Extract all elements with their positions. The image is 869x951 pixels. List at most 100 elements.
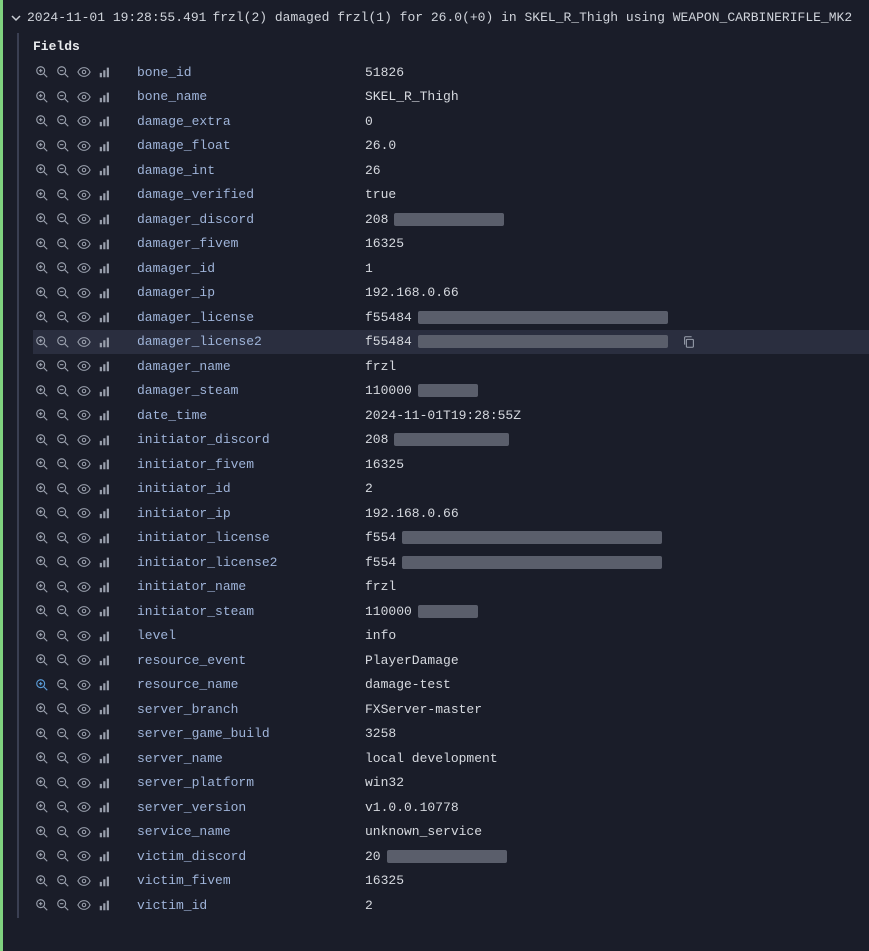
zoom-in-icon[interactable] (35, 65, 49, 79)
zoom-in-icon[interactable] (35, 90, 49, 104)
bar-chart-icon[interactable] (98, 898, 112, 912)
bar-chart-icon[interactable] (98, 825, 112, 839)
zoom-in-icon[interactable] (35, 408, 49, 422)
field-row[interactable]: initiator_id2 (33, 477, 869, 502)
field-row[interactable]: initiator_namefrzl (33, 575, 869, 600)
bar-chart-icon[interactable] (98, 580, 112, 594)
field-row[interactable]: initiator_license2f554 (33, 550, 869, 575)
field-row[interactable]: victim_fivem16325 (33, 869, 869, 894)
bar-chart-icon[interactable] (98, 237, 112, 251)
zoom-in-icon[interactable] (35, 433, 49, 447)
zoom-out-icon[interactable] (56, 874, 70, 888)
zoom-in-icon[interactable] (35, 580, 49, 594)
zoom-in-icon[interactable] (35, 212, 49, 226)
zoom-out-icon[interactable] (56, 629, 70, 643)
eye-icon[interactable] (77, 849, 91, 863)
eye-icon[interactable] (77, 727, 91, 741)
field-row[interactable]: bone_nameSKEL_R_Thigh (33, 85, 869, 110)
eye-icon[interactable] (77, 433, 91, 447)
zoom-out-icon[interactable] (56, 310, 70, 324)
zoom-in-icon[interactable] (35, 531, 49, 545)
field-row[interactable]: damage_int26 (33, 158, 869, 183)
zoom-out-icon[interactable] (56, 65, 70, 79)
field-row[interactable]: server_namelocal development (33, 746, 869, 771)
eye-icon[interactable] (77, 482, 91, 496)
zoom-out-icon[interactable] (56, 359, 70, 373)
bar-chart-icon[interactable] (98, 506, 112, 520)
zoom-out-icon[interactable] (56, 163, 70, 177)
zoom-in-icon[interactable] (35, 874, 49, 888)
eye-icon[interactable] (77, 163, 91, 177)
field-row[interactable]: damager_steam110000 (33, 379, 869, 404)
field-row[interactable]: damager_namefrzl (33, 354, 869, 379)
eye-icon[interactable] (77, 751, 91, 765)
field-row[interactable]: victim_discord20 (33, 844, 869, 869)
log-summary-line[interactable]: 2024-11-01 19:28:55.491 frzl(2) damaged … (3, 10, 869, 33)
zoom-out-icon[interactable] (56, 482, 70, 496)
zoom-in-icon[interactable] (35, 310, 49, 324)
field-row[interactable]: server_branchFXServer-master (33, 697, 869, 722)
zoom-out-icon[interactable] (56, 188, 70, 202)
bar-chart-icon[interactable] (98, 776, 112, 790)
zoom-in-icon[interactable] (35, 286, 49, 300)
field-row[interactable]: damager_license2f55484 (33, 330, 869, 355)
zoom-out-icon[interactable] (56, 408, 70, 422)
field-row[interactable]: initiator_steam110000 (33, 599, 869, 624)
bar-chart-icon[interactable] (98, 874, 112, 888)
eye-icon[interactable] (77, 653, 91, 667)
field-row[interactable]: victim_id2 (33, 893, 869, 918)
bar-chart-icon[interactable] (98, 359, 112, 373)
bar-chart-icon[interactable] (98, 408, 112, 422)
field-row[interactable]: initiator_fivem16325 (33, 452, 869, 477)
eye-icon[interactable] (77, 212, 91, 226)
eye-icon[interactable] (77, 580, 91, 594)
zoom-in-icon[interactable] (35, 727, 49, 741)
bar-chart-icon[interactable] (98, 163, 112, 177)
field-row[interactable]: resource_namedamage-test (33, 673, 869, 698)
zoom-out-icon[interactable] (56, 678, 70, 692)
zoom-out-icon[interactable] (56, 139, 70, 153)
field-row[interactable]: service_nameunknown_service (33, 820, 869, 845)
bar-chart-icon[interactable] (98, 727, 112, 741)
zoom-out-icon[interactable] (56, 580, 70, 594)
zoom-in-icon[interactable] (35, 555, 49, 569)
zoom-in-icon[interactable] (35, 335, 49, 349)
zoom-out-icon[interactable] (56, 825, 70, 839)
field-row[interactable]: resource_eventPlayerDamage (33, 648, 869, 673)
bar-chart-icon[interactable] (98, 90, 112, 104)
eye-icon[interactable] (77, 678, 91, 692)
bar-chart-icon[interactable] (98, 261, 112, 275)
bar-chart-icon[interactable] (98, 457, 112, 471)
zoom-out-icon[interactable] (56, 800, 70, 814)
eye-icon[interactable] (77, 139, 91, 153)
zoom-in-icon[interactable] (35, 261, 49, 275)
bar-chart-icon[interactable] (98, 482, 112, 496)
field-row[interactable]: server_platformwin32 (33, 771, 869, 796)
bar-chart-icon[interactable] (98, 653, 112, 667)
eye-icon[interactable] (77, 898, 91, 912)
field-row[interactable]: server_versionv1.0.0.10778 (33, 795, 869, 820)
bar-chart-icon[interactable] (98, 65, 112, 79)
zoom-out-icon[interactable] (56, 531, 70, 545)
eye-icon[interactable] (77, 310, 91, 324)
bar-chart-icon[interactable] (98, 114, 112, 128)
zoom-out-icon[interactable] (56, 604, 70, 618)
eye-icon[interactable] (77, 629, 91, 643)
zoom-in-icon[interactable] (35, 482, 49, 496)
eye-icon[interactable] (77, 90, 91, 104)
eye-icon[interactable] (77, 188, 91, 202)
bar-chart-icon[interactable] (98, 139, 112, 153)
zoom-in-icon[interactable] (35, 653, 49, 667)
eye-icon[interactable] (77, 825, 91, 839)
zoom-in-icon[interactable] (35, 384, 49, 398)
zoom-in-icon[interactable] (35, 457, 49, 471)
bar-chart-icon[interactable] (98, 555, 112, 569)
zoom-in-icon[interactable] (35, 800, 49, 814)
eye-icon[interactable] (77, 408, 91, 422)
zoom-in-icon[interactable] (35, 629, 49, 643)
zoom-out-icon[interactable] (56, 286, 70, 300)
eye-icon[interactable] (77, 506, 91, 520)
bar-chart-icon[interactable] (98, 310, 112, 324)
field-row[interactable]: damage_extra0 (33, 109, 869, 134)
chevron-down-icon[interactable] (11, 13, 21, 23)
